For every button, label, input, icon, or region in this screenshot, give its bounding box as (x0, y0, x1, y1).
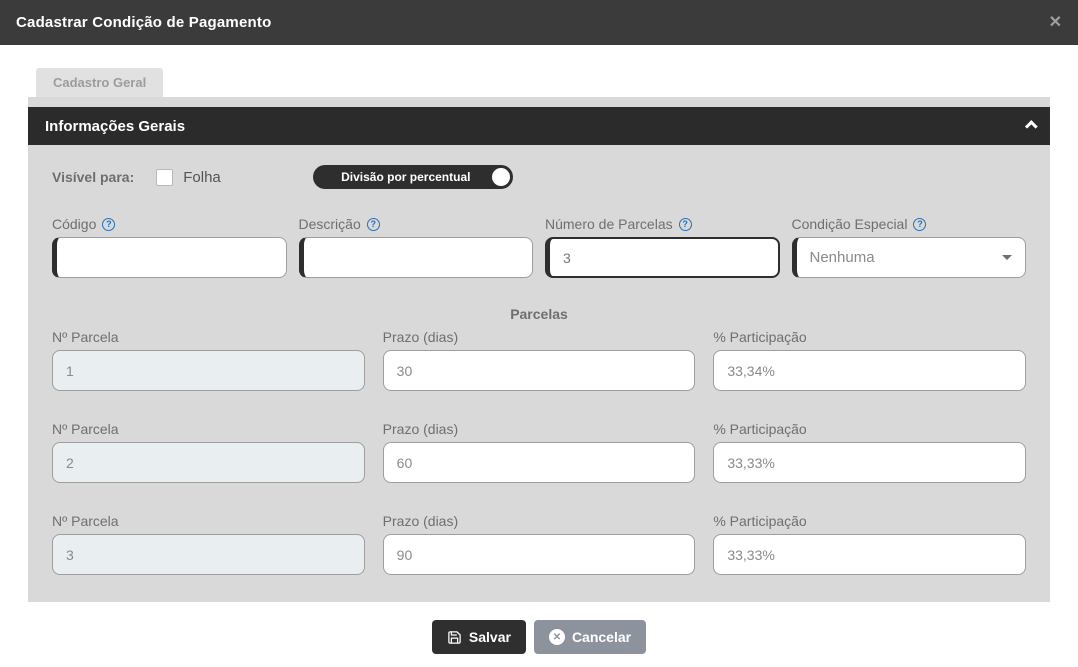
parcela-row-3: Nº Parcela Prazo (dias) % Participação (52, 512, 1026, 575)
field-codigo: Código ? (52, 215, 287, 278)
parcela-3-prazo-input[interactable] (383, 534, 696, 575)
section-header-informacoes-gerais[interactable]: Informações Gerais (28, 107, 1050, 145)
numero-parcela-label: Nº Parcela (52, 512, 365, 530)
parcela-1-prazo: Prazo (dias) (383, 328, 696, 391)
modal-title: Cadastrar Condição de Pagamento (16, 14, 271, 31)
folha-checkbox[interactable] (156, 169, 173, 186)
parcela-2-numero: Nº Parcela (52, 420, 365, 483)
form-panel: Informações Gerais Visível para: Folha D… (28, 97, 1050, 602)
parcela-1-numero-input (52, 350, 365, 391)
save-button-label: Salvar (469, 629, 511, 645)
cancel-circle-x-icon: ✕ (549, 629, 565, 645)
field-condicao-especial: Condição Especial ? Nenhuma (792, 215, 1027, 278)
divisao-por-percentual-toggle[interactable]: Divisão por percentual (313, 165, 513, 189)
participacao-label: % Participação (713, 420, 1026, 438)
parcela-3-participacao-input[interactable] (713, 534, 1026, 575)
parcela-row-1: Nº Parcela Prazo (dias) % Participação (52, 328, 1026, 391)
parcela-3-numero: Nº Parcela (52, 512, 365, 575)
participacao-label: % Participação (713, 328, 1026, 346)
parcela-row-2: Nº Parcela Prazo (dias) % Participação (52, 420, 1026, 483)
help-icon[interactable]: ? (102, 218, 115, 231)
descricao-input[interactable] (299, 237, 534, 278)
field-descricao: Descrição ? (299, 215, 534, 278)
parcela-2-prazo-input[interactable] (383, 442, 696, 483)
parcela-3-numero-input (52, 534, 365, 575)
parcela-2-prazo: Prazo (dias) (383, 420, 696, 483)
section-body: Visível para: Folha Divisão por percentu… (28, 145, 1050, 575)
parcela-3-participacao: % Participação (713, 512, 1026, 575)
condicao-especial-label: Condição Especial (792, 216, 908, 232)
toggle-knob[interactable] (492, 168, 510, 186)
chevron-down-icon (1002, 255, 1012, 260)
help-icon[interactable]: ? (679, 218, 692, 231)
field-grid: Código ? Descrição ? Número de Parcelas … (52, 215, 1026, 278)
prazo-dias-label: Prazo (dias) (383, 328, 696, 346)
panel-top-strip (28, 97, 1050, 107)
modal-footer: Salvar ✕ Cancelar (0, 602, 1078, 654)
field-numero-de-parcelas: Número de Parcelas ? (545, 215, 780, 278)
cancel-button[interactable]: ✕ Cancelar (534, 620, 646, 654)
parcelas-heading: Parcelas (52, 306, 1026, 322)
visibility-label: Visível para: (52, 169, 134, 185)
prazo-dias-label: Prazo (dias) (383, 512, 696, 530)
descricao-label: Descrição (299, 216, 361, 232)
numero-parcela-label: Nº Parcela (52, 328, 365, 346)
parcela-2-numero-input (52, 442, 365, 483)
save-button[interactable]: Salvar (432, 620, 526, 654)
chevron-up-icon[interactable] (1025, 120, 1038, 133)
prazo-dias-label: Prazo (dias) (383, 420, 696, 438)
codigo-input[interactable] (52, 237, 287, 278)
folha-checkbox-label[interactable]: Folha (183, 169, 221, 186)
parcela-2-participacao: % Participação (713, 420, 1026, 483)
parcela-1-participacao: % Participação (713, 328, 1026, 391)
numero-de-parcelas-input[interactable] (545, 237, 780, 278)
tab-cadastro-geral[interactable]: Cadastro Geral (36, 68, 163, 97)
parcela-1-participacao-input[interactable] (713, 350, 1026, 391)
section-title: Informações Gerais (45, 118, 185, 135)
cancel-button-label: Cancelar (572, 629, 631, 645)
participacao-label: % Participação (713, 512, 1026, 530)
tabs-row: Cadastro Geral (0, 45, 1078, 97)
codigo-label: Código (52, 216, 96, 232)
numero-parcela-label: Nº Parcela (52, 420, 365, 438)
help-icon[interactable]: ? (913, 218, 926, 231)
close-icon[interactable]: ✕ (1049, 15, 1062, 31)
numero-de-parcelas-label: Número de Parcelas (545, 216, 673, 232)
parcela-3-prazo: Prazo (dias) (383, 512, 696, 575)
toggle-label: Divisão por percentual (341, 170, 484, 184)
condicao-especial-value: Nenhuma (810, 249, 1003, 266)
parcela-1-numero: Nº Parcela (52, 328, 365, 391)
visibility-row: Visível para: Folha Divisão por percentu… (52, 165, 1026, 189)
parcela-2-participacao-input[interactable] (713, 442, 1026, 483)
help-icon[interactable]: ? (367, 218, 380, 231)
parcela-1-prazo-input[interactable] (383, 350, 696, 391)
save-disk-icon (447, 630, 462, 645)
modal-header: Cadastrar Condição de Pagamento ✕ (0, 0, 1078, 45)
condicao-especial-select[interactable]: Nenhuma (792, 237, 1027, 278)
